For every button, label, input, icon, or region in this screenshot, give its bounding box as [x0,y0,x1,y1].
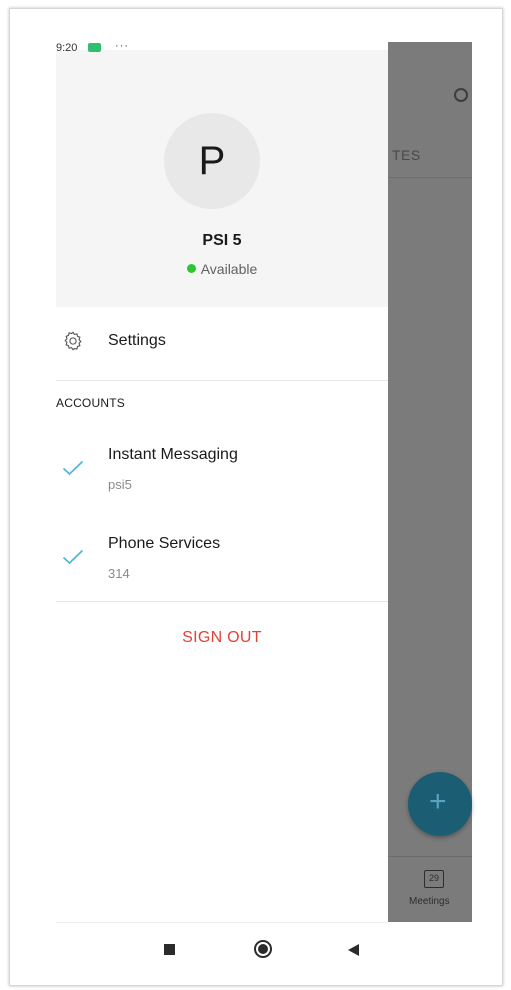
account-subtitle: psi5 [108,477,132,492]
status-time: 9:20 [56,42,78,54]
presence-label: Available [200,261,258,277]
settings-label: Settings [108,332,166,349]
recents-button[interactable] [164,944,175,955]
account-instant-messaging[interactable]: Instant Messaging [108,446,238,464]
background-tab-label: TES [392,147,421,163]
accounts-section-header: ACCOUNTS [56,396,125,410]
gear-icon [64,331,82,351]
calendar-icon[interactable]: 29 [424,870,444,888]
divider [56,922,388,923]
account-subtitle: 314 [108,566,130,581]
sign-out-button[interactable]: SIGN OUT [56,629,388,647]
avatar-initial: P [198,138,226,183]
account-phone-services[interactable]: Phone Services [108,535,220,553]
notification-badge-icon [88,43,101,52]
background-tab-divider [387,177,472,178]
bottom-nav-divider [387,856,472,857]
search-icon [454,88,468,102]
presence-status[interactable]: Available [56,261,388,277]
more-notifications-icon: ··· [115,40,129,52]
divider [56,601,388,602]
user-name: PSI 5 [202,232,242,249]
back-button[interactable] [348,944,359,956]
settings-menu-item[interactable] [56,322,388,362]
check-icon [62,460,84,476]
presence-dot-icon [186,264,196,273]
divider [56,380,388,381]
check-icon [62,549,84,565]
avatar[interactable]: P [164,113,260,209]
plus-icon: + [429,785,447,818]
bottom-nav-meetings[interactable]: Meetings [409,896,450,907]
home-button[interactable] [254,940,272,958]
